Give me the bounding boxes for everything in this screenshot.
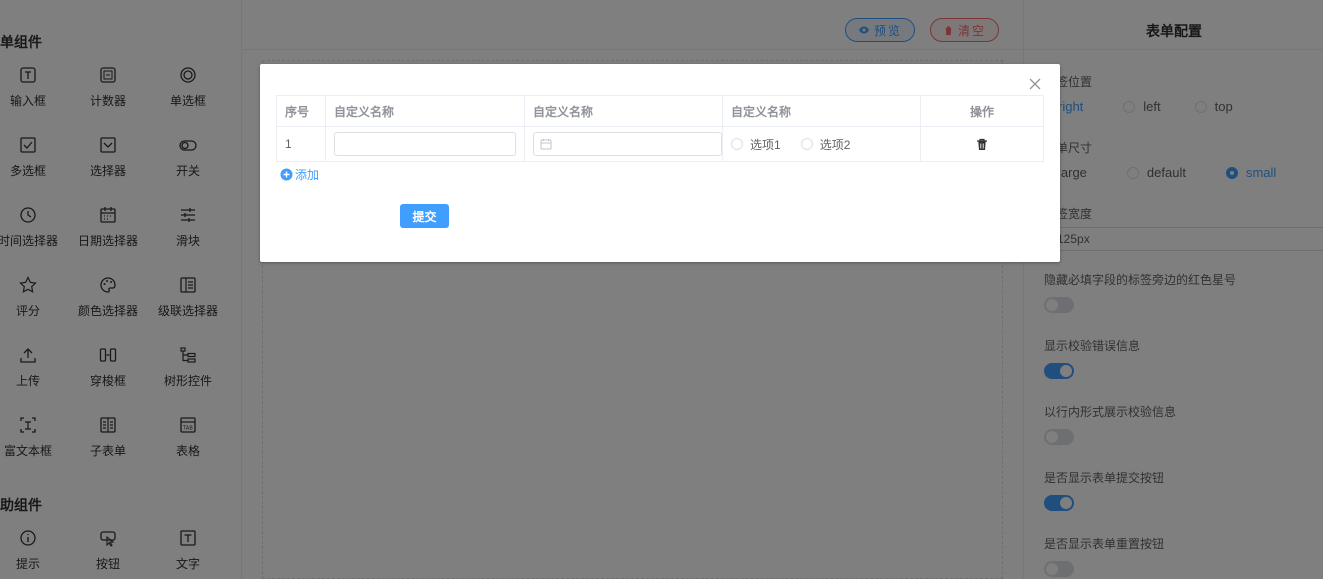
row-index: 1 bbox=[277, 127, 326, 161]
radio-label: 选项1 bbox=[750, 137, 781, 152]
text-cell bbox=[326, 127, 525, 161]
calendar-icon bbox=[540, 139, 552, 150]
date-input[interactable] bbox=[533, 132, 722, 156]
header-custom-name-3: 自定义名称 bbox=[723, 96, 921, 126]
date-cell bbox=[525, 127, 723, 161]
radio-cell: 选项1 选项2 bbox=[723, 127, 921, 161]
subform-table: 序号 自定义名称 自定义名称 自定义名称 操作 1 选项1 选项2 bbox=[276, 95, 1044, 162]
radio-label: 选项2 bbox=[819, 137, 851, 152]
row-radio-option-2[interactable]: 选项2 bbox=[800, 136, 851, 153]
close-icon[interactable] bbox=[1028, 77, 1042, 91]
header-custom-name-1: 自定义名称 bbox=[326, 96, 525, 126]
action-cell bbox=[921, 127, 1043, 161]
add-row-button[interactable]: 添加 bbox=[280, 166, 319, 183]
table-row: 1 选项1 选项2 bbox=[277, 127, 1043, 161]
header-index: 序号 bbox=[277, 96, 326, 126]
delete-icon[interactable] bbox=[976, 138, 988, 151]
header-custom-name-2: 自定义名称 bbox=[525, 96, 723, 126]
preview-dialog: 序号 自定义名称 自定义名称 自定义名称 操作 1 选项1 选项2 添加 提交 bbox=[260, 64, 1060, 262]
radio-dot bbox=[800, 138, 813, 150]
table-header-row: 序号 自定义名称 自定义名称 自定义名称 操作 bbox=[277, 96, 1043, 127]
header-actions: 操作 bbox=[969, 104, 994, 119]
text-input[interactable] bbox=[334, 132, 516, 156]
add-row-label: 添加 bbox=[295, 168, 320, 182]
radio-dot bbox=[731, 138, 743, 150]
row-radio-option-1[interactable]: 选项1 bbox=[731, 136, 781, 153]
plus-circle-icon bbox=[280, 168, 293, 181]
submit-button[interactable]: 提交 bbox=[400, 204, 449, 228]
